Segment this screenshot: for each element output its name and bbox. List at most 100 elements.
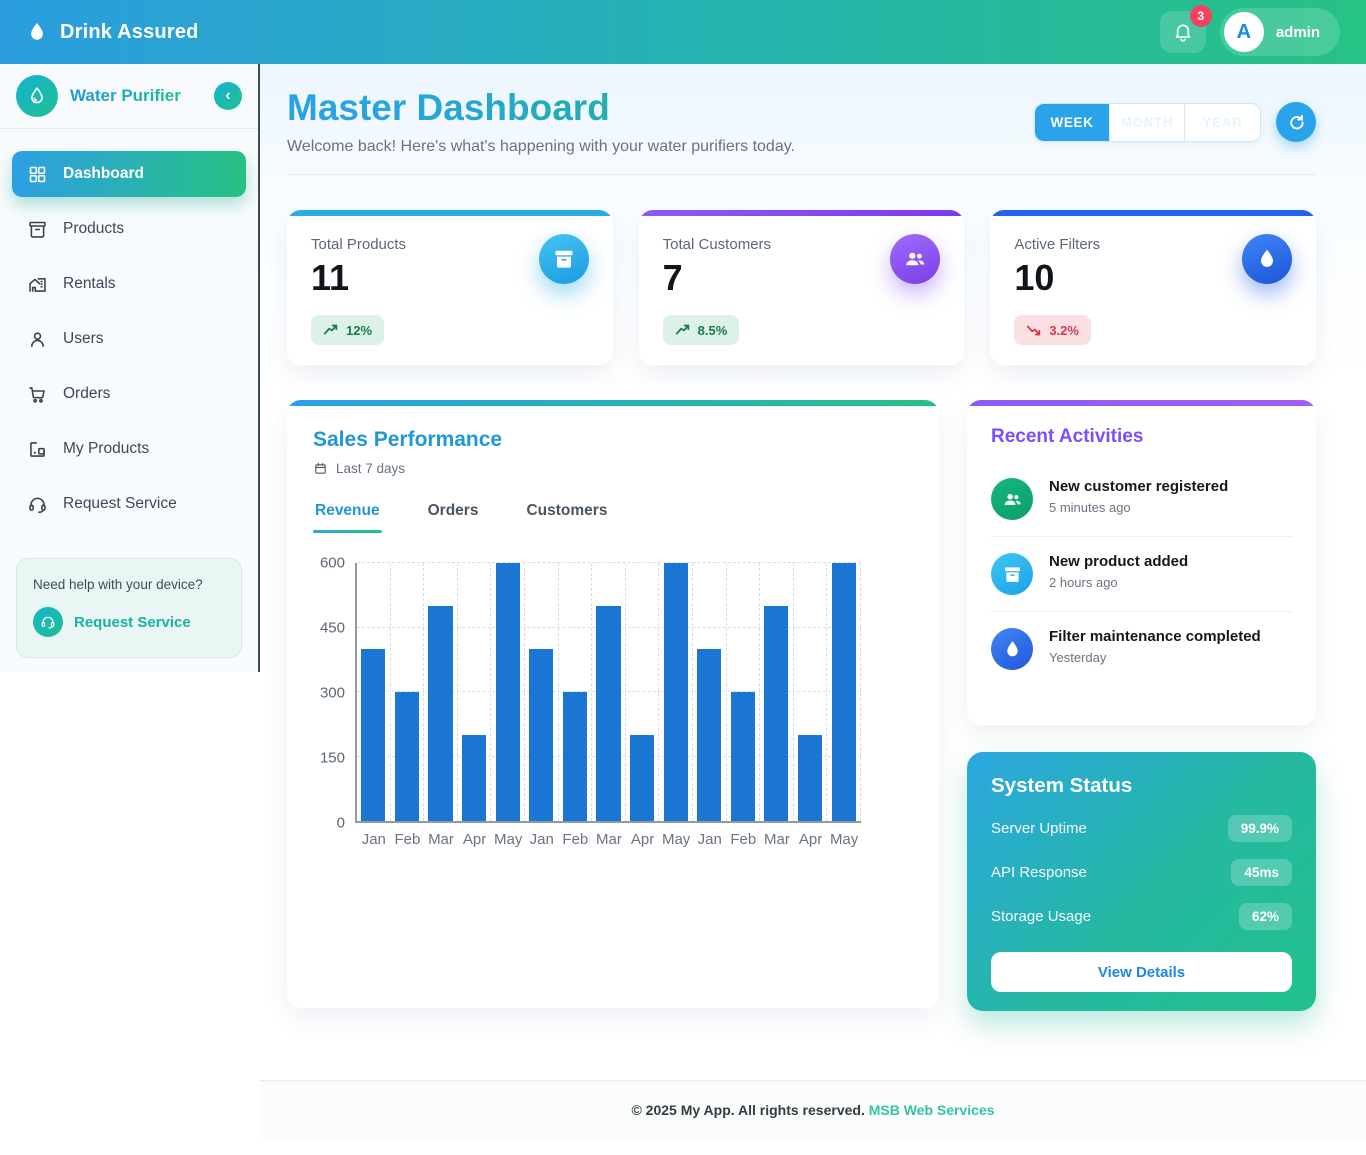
sidebar-item-users[interactable]: Users bbox=[12, 316, 246, 362]
chart-bar bbox=[395, 692, 419, 821]
stat-icon-badge bbox=[539, 234, 589, 284]
activity-text: New customer registered5 minutes ago bbox=[1049, 478, 1228, 515]
sidebar-item-my-products[interactable]: My Products bbox=[12, 426, 246, 472]
headset-icon bbox=[40, 614, 56, 630]
sidebar-item-label: Rentals bbox=[63, 275, 116, 293]
x-tick-label: May bbox=[827, 831, 861, 848]
x-tick-label: Jan bbox=[357, 831, 391, 848]
chart-bar bbox=[496, 563, 520, 821]
period-toggle-group: WEEKMONTHYEAR bbox=[1034, 103, 1261, 142]
drop-filled-icon bbox=[1255, 247, 1279, 271]
bar-chart: 0150300450600 bbox=[313, 563, 913, 823]
chart-slot bbox=[659, 563, 693, 821]
activity-text: Filter maintenance completed Yesterday bbox=[1049, 628, 1261, 665]
period-month-button[interactable]: MONTH bbox=[1110, 104, 1185, 141]
chart-bar bbox=[798, 735, 822, 821]
x-tick-label: Feb bbox=[391, 831, 425, 848]
notifications-button[interactable]: 3 bbox=[1160, 11, 1206, 53]
chart-slot bbox=[391, 563, 425, 821]
status-row: API Response 45ms bbox=[991, 859, 1292, 886]
status-value-badge: 45ms bbox=[1231, 859, 1292, 886]
chart-slot bbox=[727, 563, 761, 821]
stat-card-active-filters: Active Filters103.2% bbox=[990, 210, 1316, 365]
chart-slot bbox=[357, 563, 391, 821]
activity-item: New product added2 hours ago bbox=[991, 537, 1292, 612]
stat-icon-badge bbox=[1242, 234, 1292, 284]
activity-title: New product added bbox=[1049, 553, 1188, 570]
trend-down-icon bbox=[1026, 322, 1042, 338]
period-week-button[interactable]: WEEK bbox=[1035, 104, 1110, 141]
chart-slot bbox=[827, 563, 861, 821]
notification-badge: 3 bbox=[1190, 5, 1212, 27]
activity-time: Yesterday bbox=[1049, 650, 1261, 665]
status-label: Server Uptime bbox=[991, 820, 1087, 837]
archive-icon bbox=[27, 219, 48, 240]
status-label: API Response bbox=[991, 864, 1087, 881]
page-header: Master Dashboard Welcome back! Here's wh… bbox=[287, 88, 1316, 156]
sidebar-item-rentals[interactable]: Rentals bbox=[12, 261, 246, 307]
chart-slot bbox=[424, 563, 458, 821]
sidebar-item-orders[interactable]: Orders bbox=[12, 371, 246, 417]
chart-slot bbox=[559, 563, 593, 821]
sidebar-brand-label: Water Purifier bbox=[70, 86, 181, 106]
trend-badge: 3.2% bbox=[1014, 315, 1091, 345]
drop-outline-icon bbox=[26, 85, 48, 107]
x-tick-label: Jan bbox=[525, 831, 559, 848]
x-tick-label: May bbox=[659, 831, 693, 848]
footer: © 2025 My App. All rights reserved. MSB … bbox=[260, 1080, 1366, 1140]
sidebar-item-request-service[interactable]: Request Service bbox=[12, 481, 246, 527]
sidebar-collapse-button[interactable]: ‹ bbox=[214, 82, 242, 110]
activity-item: New customer registered5 minutes ago bbox=[991, 462, 1292, 537]
user-menu[interactable]: A admin bbox=[1220, 8, 1340, 56]
status-value-badge: 62% bbox=[1239, 903, 1292, 930]
help-link-label: Request Service bbox=[74, 614, 191, 631]
status-row: Storage Usage 62% bbox=[991, 903, 1292, 930]
inventory-icon bbox=[27, 439, 48, 460]
period-year-button[interactable]: YEAR bbox=[1185, 104, 1260, 141]
trend-value: 12% bbox=[346, 323, 372, 338]
activity-title: Filter maintenance completed bbox=[1049, 628, 1261, 645]
x-tick-label: Apr bbox=[458, 831, 492, 848]
activity-icon-badge bbox=[991, 553, 1033, 595]
drop-filled-icon bbox=[1002, 639, 1023, 660]
refresh-button[interactable] bbox=[1276, 102, 1316, 142]
dashboard-grid-icon bbox=[27, 164, 48, 185]
footer-link[interactable]: MSB Web Services bbox=[869, 1102, 995, 1118]
sidebar-item-label: Request Service bbox=[63, 495, 177, 513]
sidebar-item-dashboard[interactable]: Dashboard bbox=[12, 151, 246, 197]
sidebar: Water Purifier ‹ Dashboard Products Rental… bbox=[0, 64, 260, 672]
sidebar-item-products[interactable]: Products bbox=[12, 206, 246, 252]
sidebar-item-label: My Products bbox=[63, 440, 149, 458]
chart-slot bbox=[626, 563, 660, 821]
chart-bar bbox=[697, 649, 721, 821]
view-details-button[interactable]: View Details bbox=[991, 952, 1292, 992]
main-area: Master Dashboard Welcome back! Here's wh… bbox=[260, 64, 1366, 1140]
chart-bar bbox=[596, 606, 620, 821]
tab-orders[interactable]: Orders bbox=[426, 502, 481, 533]
x-tick-label: Jan bbox=[693, 831, 727, 848]
sales-performance-card: Sales Performance Last 7 days RevenueOrd… bbox=[287, 400, 939, 1008]
period-controls: WEEKMONTHYEAR bbox=[1034, 102, 1316, 142]
people-filled-icon bbox=[903, 247, 927, 271]
tab-customers[interactable]: Customers bbox=[524, 502, 609, 533]
drop-icon bbox=[26, 19, 48, 45]
trend-value: 8.5% bbox=[698, 323, 728, 338]
chart-period: Last 7 days bbox=[313, 461, 913, 476]
tab-revenue[interactable]: Revenue bbox=[313, 502, 382, 533]
help-request-service-link[interactable]: Request Service bbox=[33, 607, 225, 637]
chart-bar bbox=[462, 735, 486, 821]
page-subtitle: Welcome back! Here's what's happening wi… bbox=[287, 138, 795, 156]
calendar-icon bbox=[313, 461, 328, 476]
system-status-card: System Status Server Uptime99.9%API Resp… bbox=[967, 752, 1316, 1011]
chart-slot bbox=[458, 563, 492, 821]
activities-title: Recent Activities bbox=[991, 426, 1292, 448]
help-box: Need help with your device? Request Serv… bbox=[16, 558, 242, 658]
chart-period-label: Last 7 days bbox=[336, 461, 405, 476]
headset-icon bbox=[27, 494, 48, 515]
chart-x-axis: JanFebMarAprMayJanFebMarAprMayJanFebMarA… bbox=[357, 831, 913, 848]
app-header: Drink Assured 3 A admin bbox=[0, 0, 1366, 64]
archive-filled-icon bbox=[1002, 564, 1023, 585]
bell-icon bbox=[1172, 21, 1194, 43]
status-label: Storage Usage bbox=[991, 908, 1091, 925]
brand-name: Drink Assured bbox=[60, 21, 199, 44]
